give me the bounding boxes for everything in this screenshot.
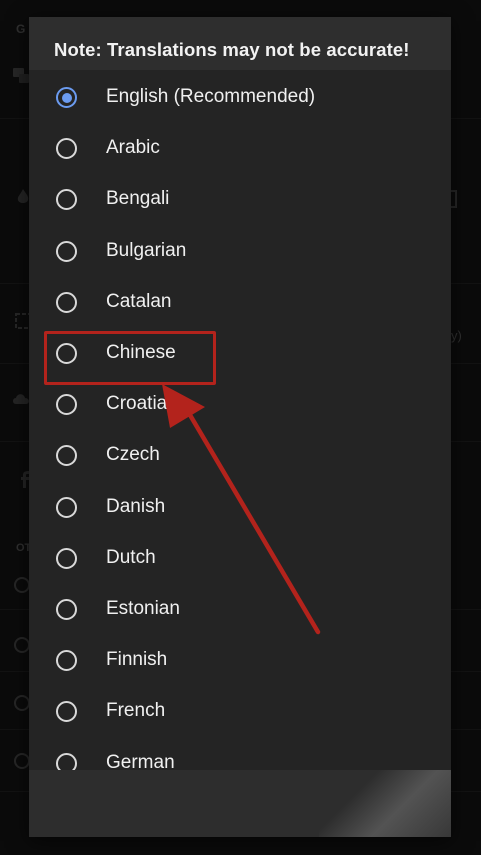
language-option[interactable]: Arabic xyxy=(29,123,451,174)
language-option[interactable]: Bengali xyxy=(29,174,451,225)
radio-unchecked-icon[interactable] xyxy=(56,701,77,723)
language-option-label: Bengali xyxy=(106,188,170,210)
language-dialog: Note: Translations may not be accurate! … xyxy=(29,17,451,837)
language-option-label: Bulgarian xyxy=(106,239,187,261)
language-option[interactable]: English (Recommended) xyxy=(29,72,451,123)
language-option[interactable]: French xyxy=(29,686,451,737)
language-option-label: German xyxy=(106,751,175,770)
language-option-label: Estonian xyxy=(106,598,180,619)
language-option-label: Catalan xyxy=(106,290,172,312)
language-option[interactable]: Dutch xyxy=(29,533,451,584)
language-option-list[interactable]: English (Recommended) Arabic Bengali Bulgar… xyxy=(29,70,451,770)
radio-unchecked-icon[interactable] xyxy=(56,240,77,262)
language-option[interactable]: Czech xyxy=(29,430,451,481)
language-option-label: Finnish xyxy=(106,649,168,671)
radio-unchecked-icon[interactable] xyxy=(56,445,77,467)
language-option[interactable]: Estonian xyxy=(29,584,451,635)
radio-unchecked-icon[interactable] xyxy=(56,291,77,313)
dialog-header: Note: Translations may not be accurate! xyxy=(29,17,451,70)
radio-unchecked-icon[interactable] xyxy=(56,138,77,160)
language-option[interactable]: German xyxy=(29,738,451,770)
dialog-title: Note: Translations may not be accurate! xyxy=(54,39,410,60)
radio-unchecked-icon[interactable] xyxy=(56,650,77,672)
radio-checked-icon[interactable] xyxy=(56,87,77,108)
radio-unchecked-icon[interactable] xyxy=(56,496,77,518)
radio-unchecked-icon[interactable] xyxy=(56,547,77,569)
radio-unchecked-icon[interactable] xyxy=(56,752,77,770)
radio-unchecked-icon[interactable] xyxy=(56,189,77,211)
language-option[interactable]: Finnish xyxy=(29,635,451,686)
language-option-label: French xyxy=(106,700,166,722)
language-option-label: Danish xyxy=(106,495,166,517)
language-option[interactable]: Danish xyxy=(29,482,451,533)
language-option-label: Croatian xyxy=(106,393,178,415)
language-option[interactable]: Bulgarian xyxy=(29,226,451,277)
annotation-highlight-box xyxy=(44,331,216,385)
language-option[interactable]: Croatian xyxy=(29,379,451,430)
dialog-footer xyxy=(29,770,451,837)
language-option-label: Dutch xyxy=(106,546,156,568)
language-option-label: Arabic xyxy=(106,137,160,159)
radio-unchecked-icon[interactable] xyxy=(56,599,77,620)
footer-shine xyxy=(319,770,451,837)
language-option[interactable]: Catalan xyxy=(29,277,451,328)
language-option-label: Czech xyxy=(106,444,160,466)
language-option-label: English (Recommended) xyxy=(106,86,316,107)
radio-unchecked-icon[interactable] xyxy=(56,394,77,416)
